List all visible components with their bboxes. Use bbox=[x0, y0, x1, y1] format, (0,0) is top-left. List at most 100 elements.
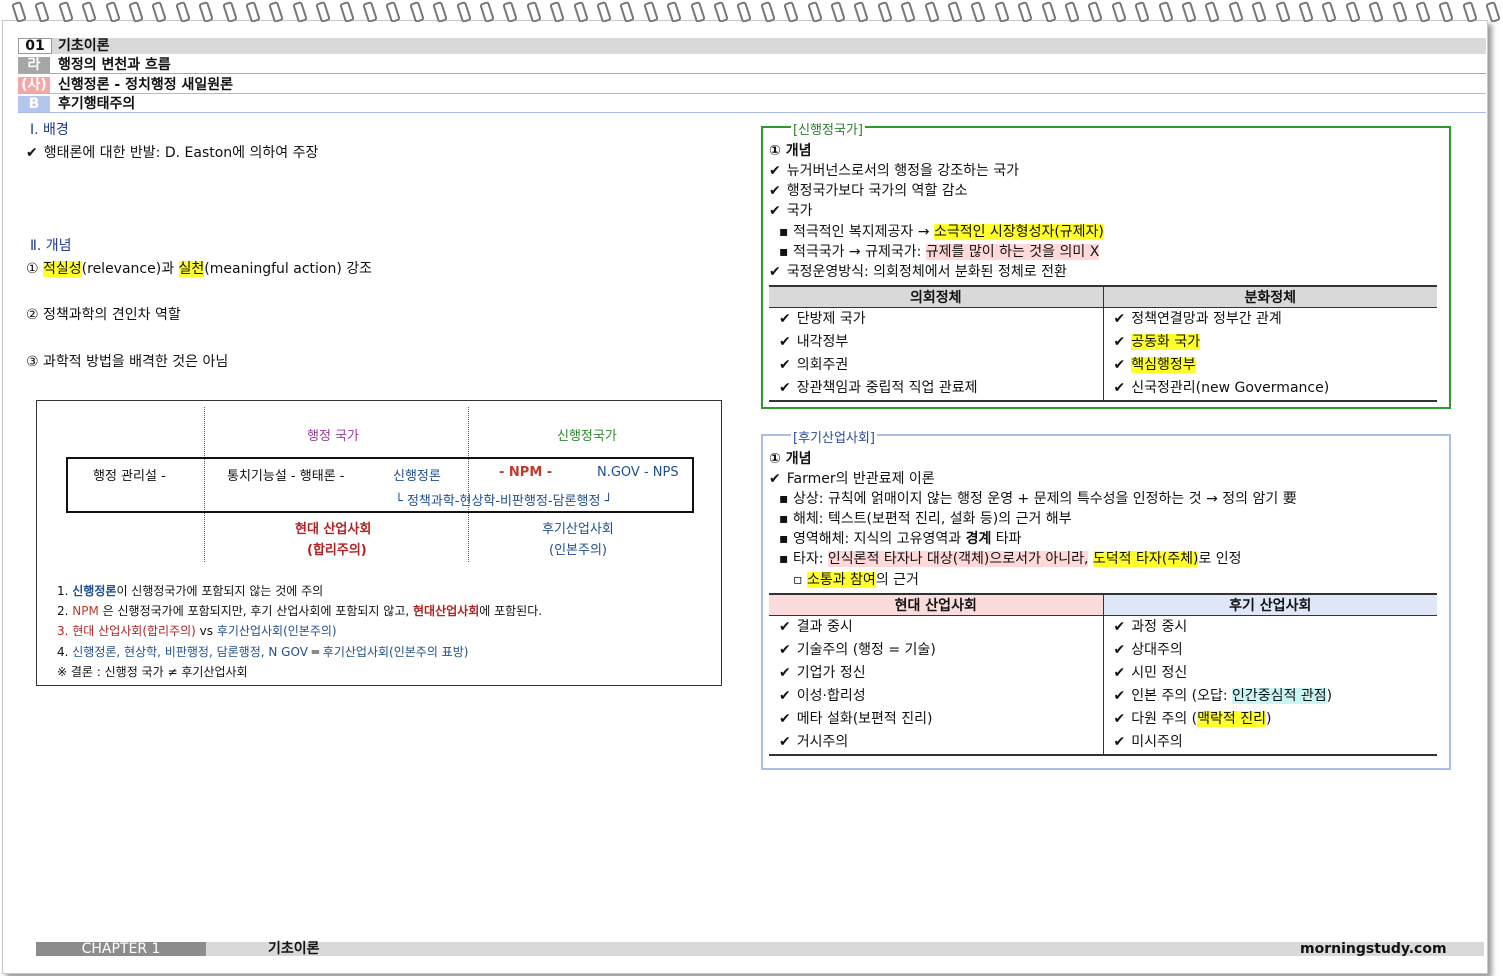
binder-ring bbox=[1485, 0, 1502, 22]
table-row: ✔ 이성·합리성 ✔ 인본 주의 (오답: 인간중심적 관점) bbox=[769, 685, 1437, 708]
binder-ring bbox=[11, 0, 27, 22]
rationalism: (합리주의) bbox=[307, 543, 367, 558]
check-icon: ✔ bbox=[779, 734, 791, 750]
binder-ring bbox=[268, 0, 285, 22]
humanism: (인본주의) bbox=[549, 543, 607, 558]
concept-heading: Ⅱ. 개념 bbox=[30, 238, 72, 254]
table-row: ✔ 단방제 국가 ✔ 정책연결망과 정부간 관계 bbox=[769, 307, 1437, 331]
binder-ring bbox=[1064, 0, 1080, 22]
binder-ring bbox=[1298, 0, 1314, 22]
chapter-title: 기초이론 bbox=[58, 38, 110, 54]
binder-ring bbox=[806, 0, 823, 22]
binder-ring bbox=[385, 0, 402, 22]
check-icon: ✔ bbox=[779, 380, 791, 396]
check-icon: ✔ bbox=[1113, 380, 1126, 396]
binder-ring bbox=[970, 0, 987, 22]
note-3: 3. 현대 산업사회(합리주의) vs 후기산업사회(인본주의) bbox=[57, 624, 337, 638]
binder-ring bbox=[900, 0, 917, 22]
th-differentiated: 분화정체 bbox=[1103, 285, 1437, 308]
box2-item-3: ▪ 해체: 텍스트(보편적 진리, 설화 등)의 근거 해부 bbox=[779, 511, 1072, 527]
check-icon: ✔ bbox=[779, 357, 791, 373]
box1-item-4: ▪ 적극적인 복지제공자 → 소극적인 시장형성자(규제자) bbox=[779, 224, 1104, 240]
binder-ring bbox=[1461, 0, 1478, 22]
flow-admin-mgmt: 행정 관리설 - bbox=[93, 469, 166, 484]
binder-ring bbox=[1204, 0, 1221, 22]
concept-item-2: ② 정책과학의 견인차 역할 bbox=[26, 307, 181, 323]
binder-ring bbox=[736, 0, 753, 22]
check-icon: ✔ bbox=[1113, 357, 1126, 373]
th-modern-industrial: 현대 산업사회 bbox=[769, 593, 1104, 616]
binder-ring bbox=[502, 0, 519, 22]
binder-ring bbox=[81, 0, 98, 22]
check-icon: ✔ bbox=[779, 711, 791, 727]
modern-industrial: 현대 산업사회 bbox=[295, 522, 372, 537]
box2-item-2: ▪ 상상: 규칙에 얽매이지 않는 행정 운영 + 문제의 특수성을 인정하는 … bbox=[779, 491, 1297, 507]
binder-ring bbox=[1134, 0, 1151, 22]
binder-ring bbox=[853, 0, 870, 22]
binder-ring bbox=[876, 0, 893, 22]
box1-item-1: ✔ 뉴거버넌스로서의 행정을 강조하는 국가 bbox=[769, 163, 1020, 179]
binder-ring bbox=[57, 0, 74, 22]
flow-subtheories: └ 정책과학-현상학-비판행정-담론행정 ┘ bbox=[395, 494, 613, 509]
chapter-header: 01 기초이론 bbox=[18, 38, 1486, 54]
new-admin-state-box: [신행정국가] ① 개념 ✔ 뉴거버넌스로서의 행정을 강조하는 국가 ✔ 행정국가… bbox=[761, 119, 1451, 409]
section-sa-tag: (사) bbox=[18, 77, 50, 93]
check-icon: ✔ bbox=[1113, 311, 1126, 327]
section-la-title: 행정의 변천과 흐름 bbox=[58, 57, 171, 73]
th-post-industrial: 후기 산업사회 bbox=[1103, 593, 1437, 616]
post-industrial-label: [후기산업사회] bbox=[791, 427, 877, 446]
binder-ring bbox=[1368, 0, 1385, 22]
binder-ring bbox=[1251, 0, 1268, 22]
binder-ring bbox=[759, 0, 776, 22]
footer-bar bbox=[206, 942, 1484, 956]
binder-ring bbox=[1274, 0, 1291, 22]
box1-item-2: ✔ 행정국가보다 국가의 역할 감소 bbox=[769, 183, 968, 199]
binder-ring bbox=[1157, 0, 1174, 22]
box2-item-4: ▪ 영역해체: 지식의 고유영역과 경계 타파 bbox=[779, 531, 1022, 547]
binder-ring bbox=[1017, 0, 1034, 22]
footer-chapter: CHAPTER 1 bbox=[36, 942, 206, 956]
section-la-tag: 라 bbox=[18, 57, 50, 73]
binder-ring bbox=[783, 0, 800, 22]
binder-ring bbox=[689, 0, 706, 22]
binder-ring bbox=[1415, 0, 1431, 22]
section-b-header: B 후기행태주의 bbox=[18, 96, 1486, 113]
concept-item-3: ③ 과학적 방법을 배격한 것은 아님 bbox=[26, 354, 229, 370]
binder-ring bbox=[479, 0, 495, 22]
check-icon: ✔ bbox=[1113, 665, 1126, 681]
box1-concept: ① 개념 bbox=[769, 143, 812, 159]
binder-ring bbox=[198, 0, 215, 22]
binder-rings bbox=[0, 0, 1503, 22]
check-icon: ✔ bbox=[1113, 619, 1126, 635]
table-row: ✔ 거시주의 ✔ 미시주의 bbox=[769, 731, 1437, 756]
binder-ring bbox=[549, 0, 566, 22]
binder-ring bbox=[151, 0, 168, 22]
check-icon: ✔ bbox=[779, 665, 791, 681]
table-row: ✔ 결과 중시 ✔ 과정 중시 bbox=[769, 615, 1437, 639]
footer-title: 기초이론 bbox=[268, 941, 320, 957]
table-row: ✔ 기술주의 (행정 = 기술) ✔ 상대주의 bbox=[769, 639, 1437, 662]
binder-ring bbox=[1181, 0, 1197, 22]
binder-ring bbox=[408, 0, 425, 22]
post-industrial-box: [후기산업사회] ① 개념 ✔ Farmer의 반관료제 이론 ▪ 상상: 규칙에… bbox=[761, 427, 1451, 770]
flow-new-admin: 신행정론 bbox=[393, 469, 441, 484]
binder-ring bbox=[1321, 0, 1338, 22]
box1-item-6: ✔ 국정운영방식: 의회정체에서 분화된 정체로 전환 bbox=[769, 264, 1067, 280]
note-2: 2. NPM 은 신행정국가에 포함되지만, 후기 산업사회에 포함되지 않고,… bbox=[57, 604, 543, 618]
check-icon: ✔ bbox=[1113, 334, 1126, 350]
binder-ring bbox=[362, 0, 378, 22]
binder-ring bbox=[221, 0, 238, 22]
flow-npm: - NPM - bbox=[499, 465, 553, 480]
binder-ring bbox=[315, 0, 332, 22]
flow-ngov-nps: N.GOV - NPS bbox=[597, 465, 679, 480]
table-row: ✔ 메타 설화(보편적 진리) ✔ 다원 주의 (맥락적 진리) bbox=[769, 708, 1437, 731]
binder-ring bbox=[830, 0, 846, 22]
binder-ring bbox=[619, 0, 636, 22]
binder-ring bbox=[104, 0, 121, 22]
section-b-title: 후기행태주의 bbox=[58, 96, 136, 112]
binder-ring bbox=[432, 0, 449, 22]
binder-ring bbox=[1040, 0, 1057, 22]
table-row: ✔ 기업가 정신 ✔ 시민 정신 bbox=[769, 662, 1437, 685]
binder-ring bbox=[947, 0, 963, 22]
box2-item-6: ▫ 소통과 참여의 근거 bbox=[793, 572, 919, 588]
